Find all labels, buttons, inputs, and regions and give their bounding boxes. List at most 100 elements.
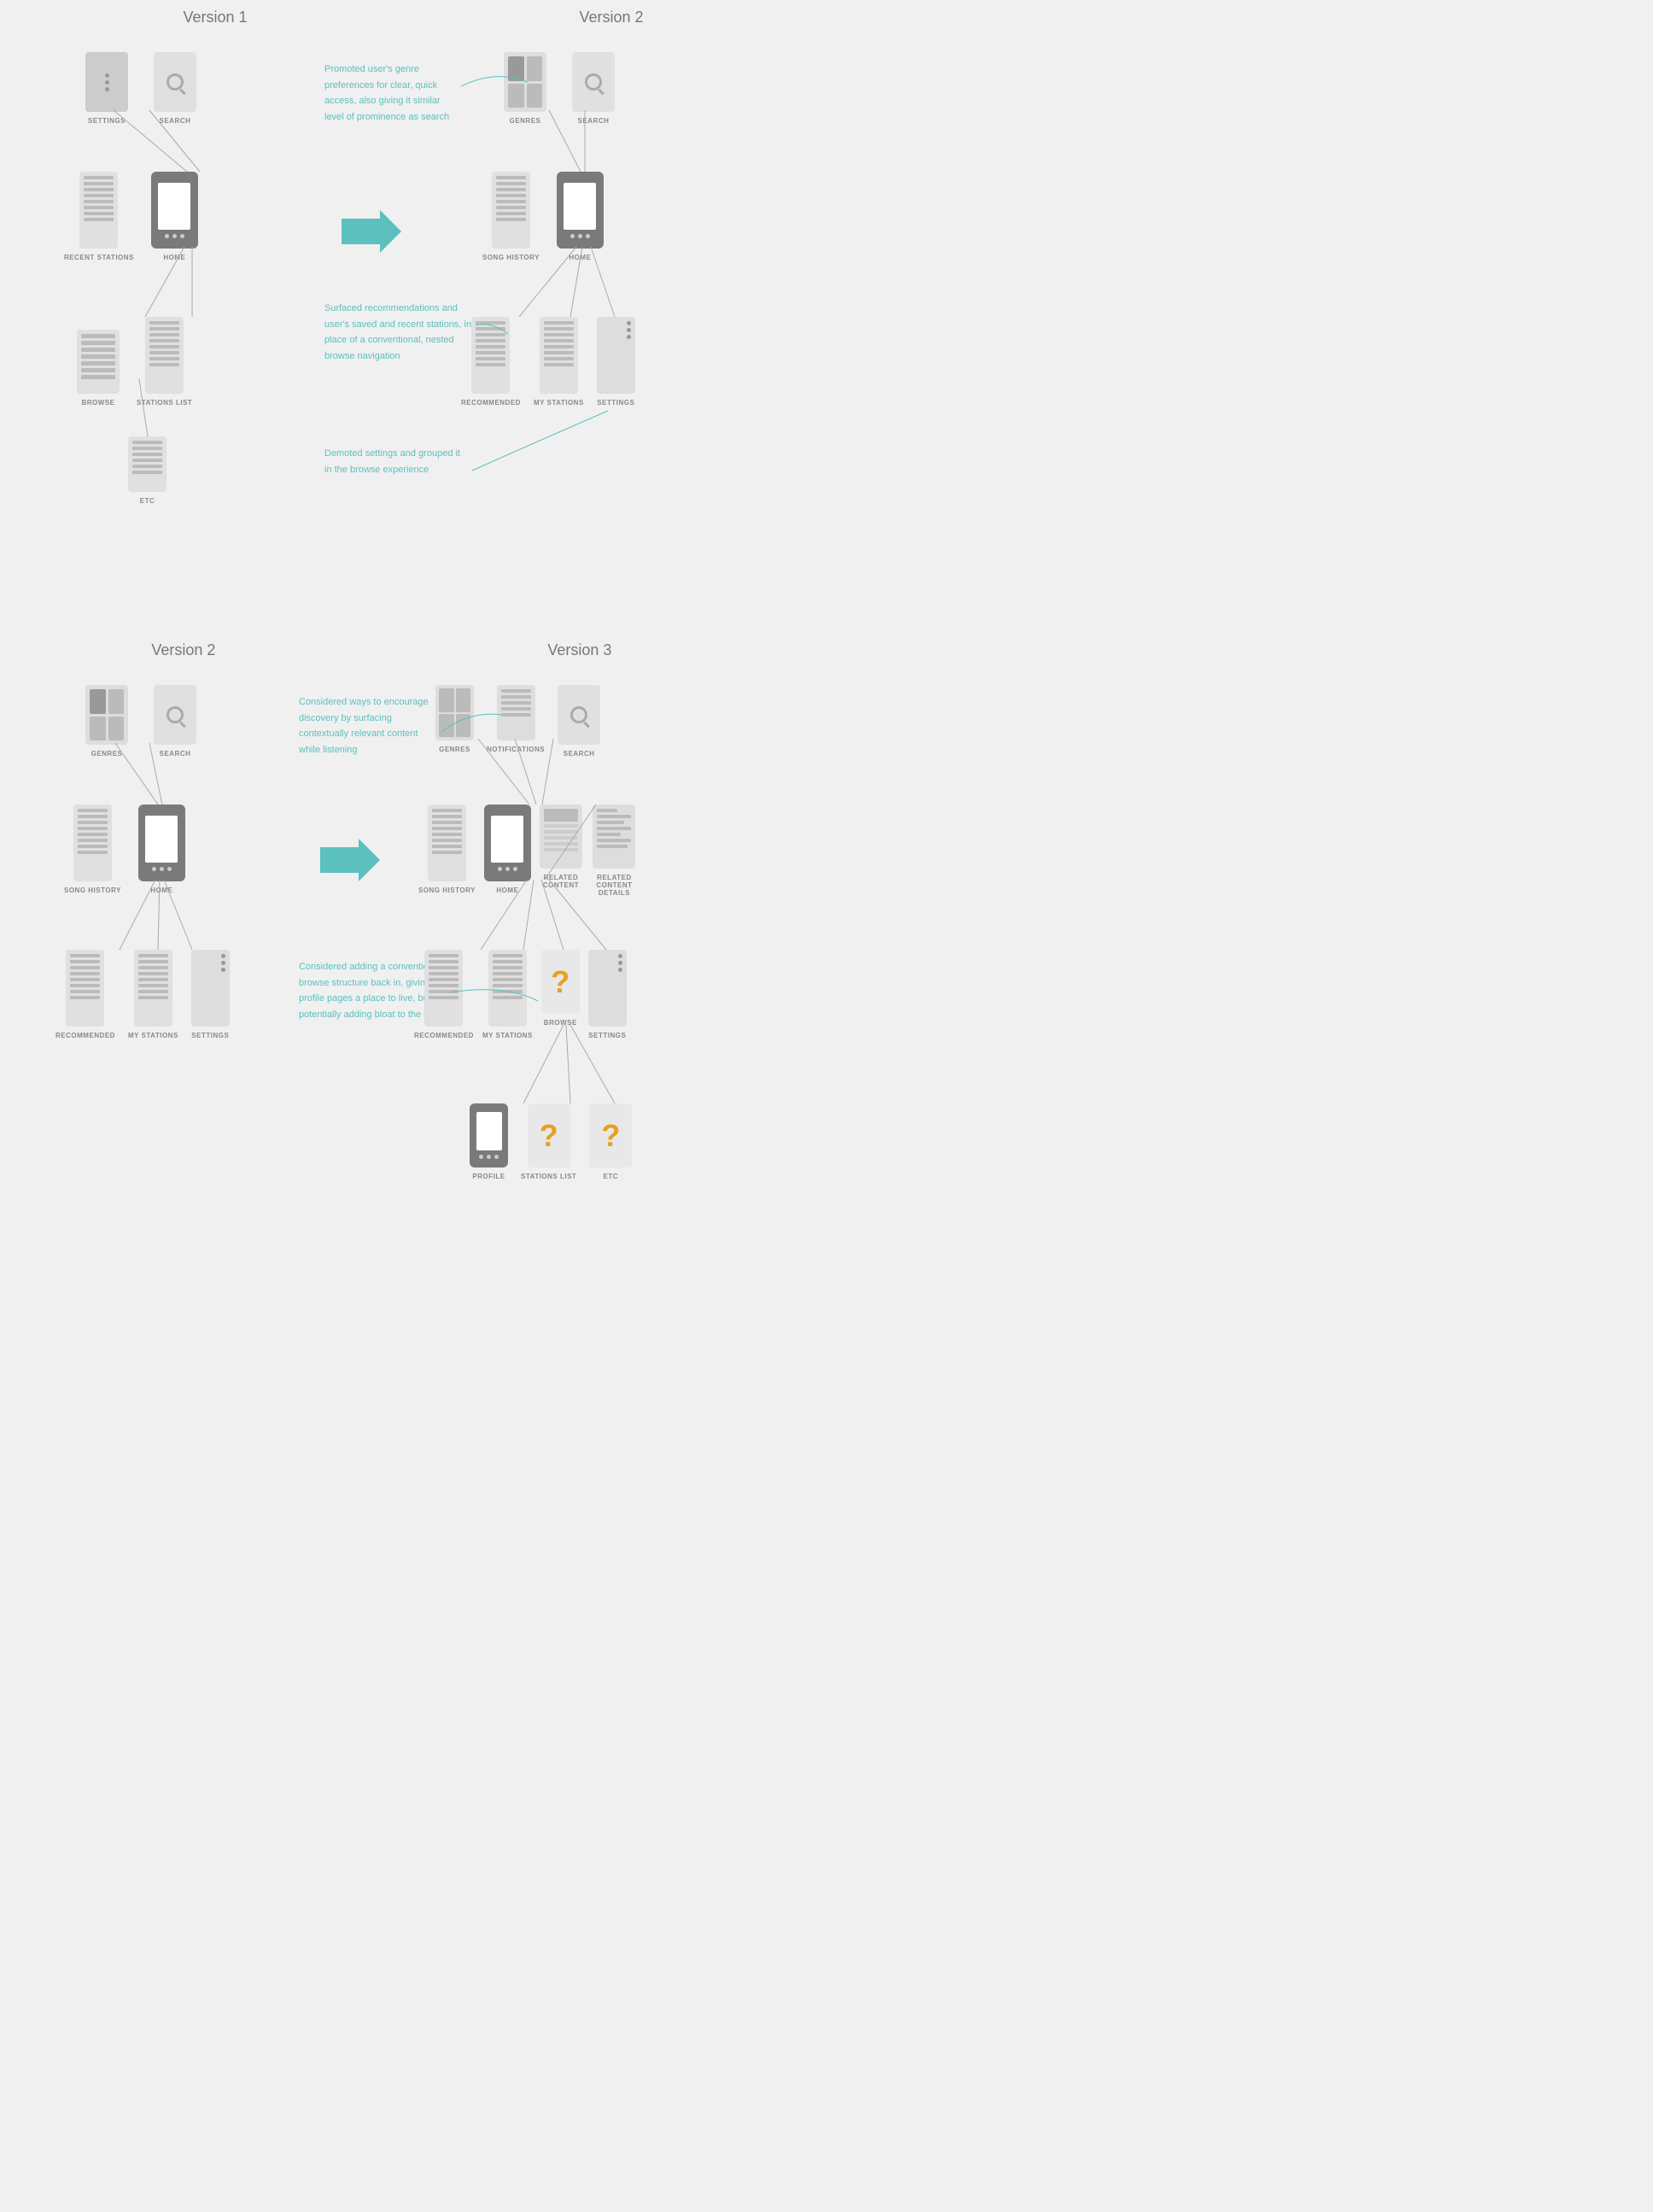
v2b-home-label: HOME — [150, 887, 172, 894]
v2-settings-icon — [597, 317, 635, 394]
v1-stations-node: STATIONS LIST — [137, 317, 192, 407]
v1-recent-node: RECENT STATIONS — [64, 172, 134, 261]
v2-song-label: SONG HISTORY — [482, 254, 540, 261]
v2-song-node: SONG HISTORY — [482, 172, 540, 261]
v3-genres-node: GENRES — [435, 685, 474, 758]
v1-etc-label: ETC — [140, 497, 155, 505]
v3-related-details-node: RELATED CONTENT DETAILS — [591, 805, 638, 897]
v3-my-stations-label: MY STATIONS — [482, 1032, 533, 1039]
v2b-settings-icon — [191, 950, 230, 1027]
v3-search-label: SEARCH — [564, 750, 595, 758]
v3-etc-node: ? ETC — [589, 1103, 632, 1180]
v3-settings-node: SETTINGS — [588, 950, 627, 1039]
v1-home-icon — [151, 172, 198, 249]
v3-my-stations-icon — [488, 950, 527, 1027]
v1-stations-icon — [145, 317, 184, 394]
v3-recommended-node: RECOMMENDED — [414, 950, 474, 1039]
v3-song-label: SONG HISTORY — [418, 887, 476, 894]
v3-stations-list-label: STATIONS LIST — [521, 1173, 576, 1180]
v3-song-icon — [428, 805, 466, 881]
v3-related-node: RELATED CONTENT — [540, 805, 582, 897]
v3-notifications-icon — [497, 685, 535, 740]
v2b-song-label: SONG HISTORY — [64, 887, 121, 894]
v2b-home-icon — [138, 805, 185, 881]
v2b-stations-icon — [134, 950, 172, 1027]
v2b-recommended-node: RECOMMENDED — [55, 950, 115, 1039]
v2-genres-node: GENRES — [504, 52, 546, 125]
v3-genres-label: GENRES — [439, 746, 470, 753]
v2-title: Version 2 — [579, 9, 643, 26]
v2b-recommended-label: RECOMMENDED — [55, 1032, 115, 1039]
v3-profile-node: PROFILE — [470, 1103, 508, 1180]
v1-search-icon — [154, 52, 196, 112]
v3-notifications-node: NOTIFICATIONS — [487, 685, 545, 758]
v3-profile-icon — [470, 1103, 508, 1167]
v3-search-icon — [558, 685, 600, 745]
v2-top-nodes: GENRES SEARCH — [504, 52, 615, 125]
v3-song-node: SONG HISTORY — [418, 805, 476, 897]
v3-related-icon — [540, 805, 582, 869]
v3-my-stations-node: MY STATIONS — [482, 950, 533, 1039]
v1-search-label: SEARCH — [160, 117, 191, 125]
v1-browse-label: BROWSE — [82, 399, 115, 407]
annotation-2: Surfaced recommendations and user's save… — [324, 300, 474, 363]
v2b-middle-nodes: SONG HISTORY HOME — [64, 805, 185, 894]
v1-title: Version 1 — [183, 9, 247, 26]
v1-top-nodes: SETTINGS SEARCH — [85, 52, 196, 125]
v2b-search-icon — [154, 685, 196, 745]
v3-recommended-label: RECOMMENDED — [414, 1032, 474, 1039]
v2-stations-icon — [540, 317, 578, 394]
annotation-3: Demoted settings and grouped it in the b… — [324, 445, 470, 477]
v3-related-details-icon — [593, 805, 635, 869]
v3-browse-label: BROWSE — [544, 1019, 577, 1027]
v2-genres-icon — [504, 52, 546, 112]
v1-etc-icon — [128, 436, 166, 492]
v1-settings-label: SETTINGS — [88, 117, 126, 125]
v2b-genres-node: GENRES — [85, 685, 128, 758]
v1-settings-icon — [85, 52, 128, 112]
v1-search-node: SEARCH — [154, 52, 196, 125]
annotation-4: Considered ways to encourage discovery b… — [299, 693, 440, 757]
v3-recommended-icon — [424, 950, 463, 1027]
section-v1-v2: Version 1 Version 2 SETTINGS — [0, 0, 826, 599]
section-v2-v3: Version 2 Version 3 GENRES S — [0, 633, 826, 1325]
v2-genres-label: GENRES — [510, 117, 541, 125]
v2-stations-node: MY STATIONS — [534, 317, 584, 407]
v3-profile-label: PROFILE — [472, 1173, 505, 1180]
v1-browse-icon — [77, 330, 120, 394]
diagram-v1v2: SETTINGS SEARCH RECENT STATIONS — [17, 35, 809, 565]
v2-bottom-nodes: RECOMMENDED MY STATIONS SETTINGS — [461, 317, 635, 407]
v2b-search-label: SEARCH — [160, 750, 191, 758]
diagram-v2v3: GENRES SEARCH SONG HISTORY — [17, 668, 809, 1291]
v2-search-node: SEARCH — [572, 52, 615, 125]
annotation-1: Promoted user's genre preferences for cl… — [324, 61, 461, 124]
v2b-top-nodes: GENRES SEARCH — [85, 685, 196, 758]
v2b-recommended-icon — [66, 950, 104, 1027]
v2-search-label: SEARCH — [578, 117, 610, 125]
v2b-genres-label: GENRES — [91, 750, 123, 758]
v3-browse-icon: ? — [541, 950, 580, 1014]
v2b-bottom-nodes: RECOMMENDED MY STATIONS SETTINGS — [55, 950, 230, 1039]
v3-etc-label: ETC — [604, 1173, 619, 1180]
v2-search-icon — [572, 52, 615, 112]
v2-stations-label: MY STATIONS — [534, 399, 584, 407]
v3-stations-list-node: ? STATIONS LIST — [521, 1103, 576, 1180]
v2b-home-node: HOME — [138, 805, 185, 894]
v2b-title: Version 2 — [151, 641, 215, 658]
v2-song-icon — [492, 172, 530, 249]
v3-settings-icon — [588, 950, 627, 1027]
v3-home-node: HOME — [484, 805, 531, 897]
v2b-song-icon — [73, 805, 112, 881]
v3-stations-list-icon: ? — [528, 1103, 570, 1167]
v3-etc-icon: ? — [589, 1103, 632, 1167]
v2b-settings-label: SETTINGS — [191, 1032, 229, 1039]
v2b-settings-node: SETTINGS — [191, 950, 230, 1039]
v2-home-node: HOME — [557, 172, 604, 261]
v2v3-arrow — [320, 834, 380, 890]
v2-home-label: HOME — [569, 254, 591, 261]
v3-top-nodes: GENRES NOTIFICATIONS SEARCH — [435, 685, 600, 758]
v1-browse-node: BROWSE — [77, 330, 120, 407]
v2-home-icon — [557, 172, 604, 249]
v3-extra-nodes: PROFILE ? STATIONS LIST ? ETC — [470, 1103, 632, 1180]
v3-genres-icon — [435, 685, 474, 740]
